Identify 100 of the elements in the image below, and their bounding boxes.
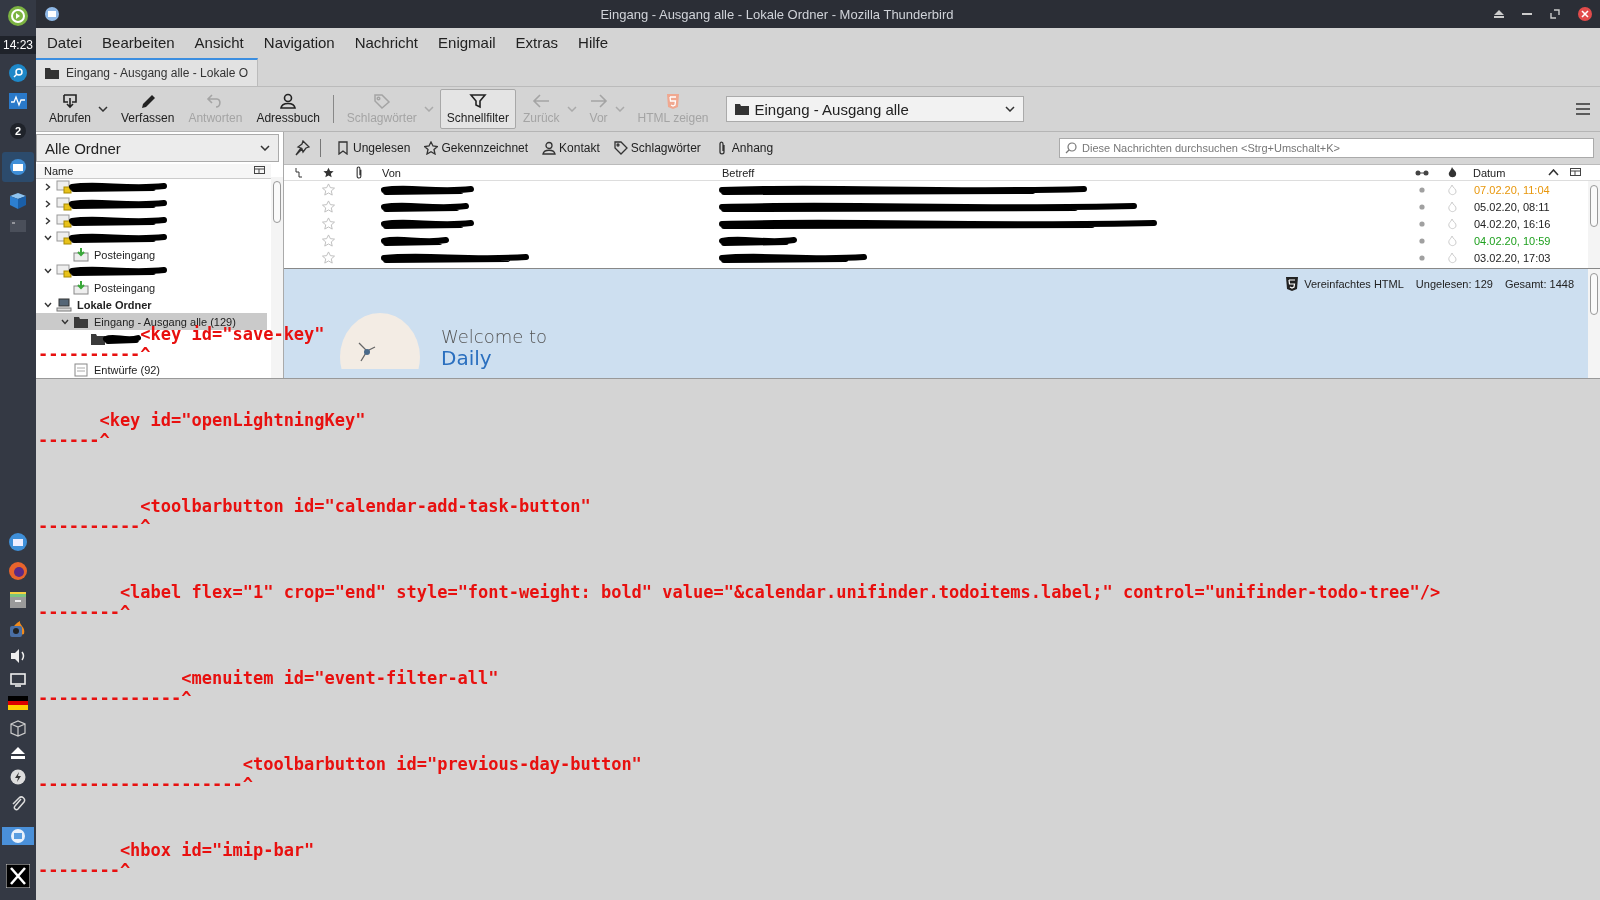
menu-item[interactable]: Navigation: [254, 31, 344, 53]
chevron-icon[interactable]: [44, 300, 52, 309]
column-header[interactable]: Datum: [1467, 166, 1506, 179]
star-icon[interactable]: [321, 217, 335, 230]
column-picker-icon[interactable]: [254, 166, 265, 176]
attachment-column-icon[interactable]: [354, 166, 364, 179]
format-label[interactable]: Vereinfachtes HTML: [1304, 278, 1404, 290]
brand-name: Daily: [441, 347, 493, 369]
mail-server-icon: [56, 230, 72, 245]
column-header[interactable]: Betreff: [714, 166, 755, 179]
clock: 14:23: [0, 36, 36, 54]
read-status-dot[interactable]: [1419, 254, 1425, 261]
folder-row[interactable]: Posteingang: [36, 279, 160, 297]
menu-icon[interactable]: [1576, 103, 1590, 115]
filter-button[interactable]: Schlagwörter: [606, 139, 708, 157]
tag-icon: [613, 141, 628, 155]
folder-icon: [73, 314, 89, 329]
terminal-icon[interactable]: [10, 220, 26, 232]
folder-row[interactable]: Posteingang: [36, 246, 160, 263]
folder-row[interactable]: Entwürfe (92): [36, 361, 165, 378]
browser-icon[interactable]: [8, 561, 28, 581]
x-logo-icon[interactable]: [6, 864, 30, 888]
mail-app-icon[interactable]: [8, 158, 28, 176]
star-icon[interactable]: [321, 200, 335, 213]
folder-row[interactable]: Lokale Ordner: [36, 296, 156, 314]
search-icon[interactable]: [8, 63, 28, 83]
read-status-dot[interactable]: [1419, 186, 1425, 193]
lightning-icon[interactable]: [10, 769, 26, 785]
chevron-icon[interactable]: [44, 183, 52, 192]
toolbar-button[interactable]: Abrufen: [42, 89, 99, 129]
chevron-icon[interactable]: [61, 317, 69, 326]
filter-button[interactable]: Anhang: [707, 139, 781, 157]
tab[interactable]: Eingang - Ausgang alle - Lokale O: [36, 58, 259, 86]
pin-icon[interactable]: [294, 140, 310, 156]
mail-app-icon[interactable]: [8, 532, 28, 552]
html5-icon: [1286, 277, 1299, 291]
column-header[interactable]: Von: [376, 166, 401, 179]
box-icon[interactable]: [9, 719, 27, 737]
toolbar-button[interactable]: Schnellfilter: [439, 89, 516, 129]
workspace-number[interactable]: 2: [10, 123, 26, 139]
menu-item[interactable]: Extras: [506, 31, 568, 53]
chevron-icon[interactable]: [44, 233, 52, 242]
bookmark-icon: [336, 141, 350, 155]
mail-app-icon: [44, 7, 60, 21]
menu-item[interactable]: Nachricht: [345, 31, 428, 53]
toolbar-button[interactable]: Adressbuch: [249, 89, 327, 129]
chevron-icon[interactable]: [44, 217, 52, 225]
column-picker-icon[interactable]: [1569, 167, 1581, 178]
keep-above-icon[interactable]: [1494, 10, 1504, 18]
search-field[interactable]: Diese Nachrichten durchsuchen <Strg+Umschalt+K>: [1059, 138, 1594, 158]
star-icon[interactable]: [321, 251, 335, 264]
sort-caret-icon[interactable]: [1548, 169, 1559, 176]
eject-icon[interactable]: [10, 746, 26, 760]
scrollbar-thumb[interactable]: [1590, 185, 1598, 227]
column-header[interactable]: Name: [44, 165, 74, 177]
menu-item[interactable]: Datei: [38, 31, 92, 53]
filter-button[interactable]: Gekennzeichnet: [417, 139, 536, 157]
toolbar-button[interactable]: Verfassen: [114, 89, 182, 129]
read-status-dot[interactable]: [1419, 237, 1425, 244]
folder-view-dropdown[interactable]: Alle Ordner: [36, 134, 279, 162]
flame-icon[interactable]: [1447, 167, 1457, 178]
read-status-dot[interactable]: [1419, 203, 1425, 210]
person-icon: [542, 141, 557, 155]
filter-button[interactable]: Ungelesen: [329, 139, 418, 157]
star-column-icon[interactable]: [322, 167, 334, 178]
read-status-column-icon[interactable]: [1415, 169, 1429, 176]
star-icon[interactable]: [321, 234, 335, 247]
filter-button[interactable]: Kontakt: [535, 139, 607, 157]
file-manager-icon[interactable]: [8, 590, 28, 610]
scrollbar-thumb[interactable]: [1590, 273, 1598, 315]
system-monitor-icon[interactable]: [8, 92, 28, 110]
star-icon[interactable]: [321, 183, 335, 196]
redaction-scribble: [102, 332, 142, 345]
folder-dropdown[interactable]: Eingang - Ausgang alle: [725, 96, 1024, 122]
code-snippet: <menuitem id="event-filter-all": [181, 671, 499, 685]
paperclip-icon[interactable]: [10, 794, 26, 812]
thread-column-icon[interactable]: [295, 167, 303, 178]
read-status-dot[interactable]: [1419, 220, 1425, 227]
person-icon: [279, 93, 298, 109]
scrollbar-thumb[interactable]: [273, 181, 281, 223]
redaction-scribble: [380, 234, 450, 247]
menu-item[interactable]: Enigmail: [429, 31, 505, 53]
flag-icon[interactable]: [8, 696, 28, 710]
chevron-icon[interactable]: [44, 200, 52, 209]
mail-server-icon: [56, 214, 72, 228]
chevron-icon: [260, 145, 270, 151]
network-icon[interactable]: [8, 191, 28, 211]
chevron-icon[interactable]: [44, 267, 52, 276]
restore-icon[interactable]: [1550, 9, 1560, 19]
menu-item[interactable]: Hilfe: [569, 31, 618, 53]
screen-icon[interactable]: [10, 673, 26, 687]
menu-item[interactable]: Ansicht: [185, 31, 253, 53]
speaker-icon[interactable]: [9, 648, 27, 664]
menu-item[interactable]: Bearbeiten: [93, 31, 184, 53]
scrollbar[interactable]: [1588, 181, 1600, 268]
download-icon: [61, 93, 79, 109]
scrollbar[interactable]: [1588, 269, 1600, 378]
inbox-icon: [73, 281, 89, 296]
mail-server-icon: [56, 197, 72, 212]
close-icon[interactable]: [1578, 7, 1592, 21]
